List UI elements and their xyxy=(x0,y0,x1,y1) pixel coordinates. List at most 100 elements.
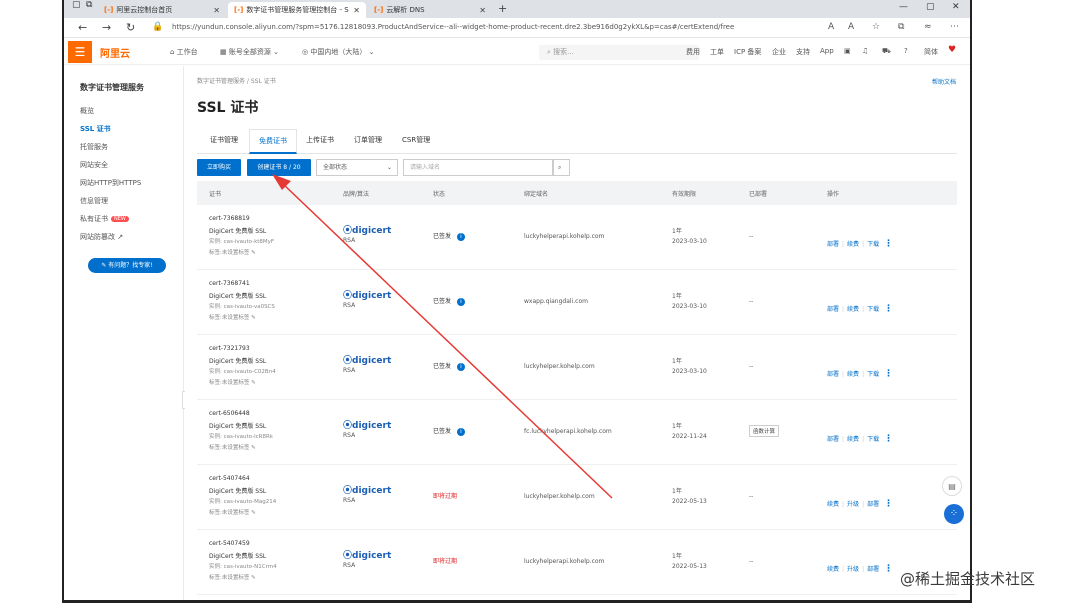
more-actions-icon[interactable]: ⋮ xyxy=(884,239,893,249)
action-link[interactable]: 续费 xyxy=(827,566,839,573)
action-link[interactable]: 部署 xyxy=(827,306,839,313)
tab-upload-cert[interactable]: 上传证书 xyxy=(297,129,343,154)
cert-instance[interactable]: 实例: cas-ivauto-kt8MyF xyxy=(209,237,274,245)
info-icon[interactable]: i xyxy=(457,298,466,306)
sidebar-item-private-cert[interactable]: 私有证书 NEW xyxy=(80,214,129,224)
action-link[interactable]: 升级 xyxy=(847,566,859,573)
aliyun-logo[interactable]: 阿里云 xyxy=(100,45,130,60)
zoom-icon[interactable]: A xyxy=(848,22,854,32)
cert-tag[interactable]: 标签:未设置标签 ✎ xyxy=(209,573,256,581)
info-icon[interactable]: i xyxy=(457,363,466,371)
help-doc-link[interactable]: 帮助文档 xyxy=(932,77,956,86)
console-search-input[interactable]: ⌕ 搜索... xyxy=(539,45,699,60)
tabs-icon[interactable]: ⧉ xyxy=(86,0,92,10)
more-options-icon[interactable]: ⋯ xyxy=(950,22,959,32)
topbar-link-app[interactable]: App xyxy=(820,47,834,55)
browser-tab-cert-console[interactable]: [-] 数字证书管理服务管理控制台 - S ✕ xyxy=(228,2,366,18)
language-switch[interactable]: 简体 xyxy=(924,47,938,57)
browser-tab-console-home[interactable]: [-] 阿里云控制台首页 ✕ xyxy=(98,2,226,18)
action-link[interactable]: 部署 xyxy=(827,436,839,443)
cert-tag[interactable]: 标签:未设置标签 ✎ xyxy=(209,508,256,516)
action-link[interactable]: 部署 xyxy=(867,501,879,508)
lock-icon[interactable]: 🔒 xyxy=(152,22,163,32)
action-link[interactable]: 续费 xyxy=(847,306,859,313)
favorite-star-icon[interactable]: ☆ xyxy=(872,22,880,32)
notification-bell-icon[interactable]: ♫ xyxy=(862,47,868,55)
topbar-link-icp[interactable]: ICP 备案 xyxy=(734,47,761,57)
buy-now-button[interactable]: 立即购买 xyxy=(197,159,241,176)
read-aloud-icon[interactable]: A xyxy=(828,22,834,32)
reload-icon[interactable]: ↻ xyxy=(126,21,135,34)
tab-free-cert[interactable]: 免费证书 xyxy=(249,129,297,154)
account-scope-dropdown[interactable]: ▦ 账号全部资源 ⌄ xyxy=(220,47,279,57)
cert-tag[interactable]: 标签:未设置标签 ✎ xyxy=(209,248,256,256)
expert-help-button[interactable]: ✎ 有问题？找专家! xyxy=(88,258,166,273)
more-actions-icon[interactable]: ⋮ xyxy=(884,564,893,574)
action-link[interactable]: 部署 xyxy=(827,241,839,248)
region-dropdown[interactable]: ◎ 中国内地（大陆） ⌄ xyxy=(302,47,374,57)
action-link[interactable]: 续费 xyxy=(847,241,859,248)
new-tab-icon[interactable]: + xyxy=(498,2,507,15)
back-icon[interactable]: ← xyxy=(78,21,87,34)
screen-icon[interactable]: ▣ xyxy=(844,47,851,55)
apps-grid-icon[interactable]: ⁘ xyxy=(944,504,964,524)
topbar-link-fee[interactable]: 费用 xyxy=(686,47,700,57)
window-menu-icon[interactable]: ▢ xyxy=(72,0,81,10)
browser-tab-dns[interactable]: [-] 云解析 DNS ✕ xyxy=(368,2,492,18)
menu-icon[interactable]: ☰ xyxy=(68,41,92,63)
action-link[interactable]: 下载 xyxy=(867,241,879,248)
status-filter-select[interactable]: 全部状态 ⌄ xyxy=(316,159,398,176)
action-link[interactable]: 部署 xyxy=(827,371,839,378)
action-link[interactable]: 续费 xyxy=(847,371,859,378)
cart-icon[interactable]: ⛟ xyxy=(882,47,891,56)
close-window-icon[interactable]: ✕ xyxy=(952,2,960,12)
url-field[interactable]: https://yundun.console.aliyun.com/?spm=5… xyxy=(172,23,734,31)
action-link[interactable]: 续费 xyxy=(847,436,859,443)
action-link[interactable]: 下载 xyxy=(867,371,879,378)
cert-tag[interactable]: 标签:未设置标签 ✎ xyxy=(209,378,256,386)
info-icon[interactable]: i xyxy=(457,233,466,241)
forward-icon[interactable]: → xyxy=(102,21,111,34)
close-tab-icon[interactable]: ✕ xyxy=(353,6,360,15)
topbar-link-ticket[interactable]: 工单 xyxy=(710,47,724,57)
extension-icon[interactable]: ≈ xyxy=(924,22,932,32)
more-actions-icon[interactable]: ⋮ xyxy=(884,369,893,379)
sidebar-item-ssl-cert[interactable]: SSL 证书 xyxy=(80,124,111,134)
action-link[interactable]: 下载 xyxy=(867,306,879,313)
create-cert-button[interactable]: 创建证书 8 / 20 xyxy=(247,159,311,176)
topbar-link-support[interactable]: 支持 xyxy=(796,47,810,57)
action-link[interactable]: 升级 xyxy=(847,501,859,508)
sidebar-item-https[interactable]: 网站HTTP到HTTPS xyxy=(80,178,141,188)
sidebar-item-overview[interactable]: 概览 xyxy=(80,106,94,116)
more-actions-icon[interactable]: ⋮ xyxy=(884,499,893,509)
more-actions-icon[interactable]: ⋮ xyxy=(884,304,893,314)
cert-instance[interactable]: 实例: cas-ivauto-va0SCS xyxy=(209,302,275,310)
cert-tag[interactable]: 标签:未设置标签 ✎ xyxy=(209,313,256,321)
breadcrumb[interactable]: 数字证书管理服务 / SSL 证书 xyxy=(197,76,276,85)
action-link[interactable]: 部署 xyxy=(867,566,879,573)
workbench-link[interactable]: ⌂ 工作台 xyxy=(170,47,198,57)
search-icon[interactable]: ⌕ xyxy=(553,159,570,176)
sidebar-item-anti-tamper[interactable]: 网站防篡改 ↗ xyxy=(80,232,123,242)
action-link[interactable]: 下载 xyxy=(867,436,879,443)
avatar[interactable]: ♥ xyxy=(948,45,956,55)
cert-instance[interactable]: 实例: cas-ivauto-lcR8Rk xyxy=(209,432,273,440)
more-actions-icon[interactable]: ⋮ xyxy=(884,434,893,444)
cert-instance[interactable]: 实例: cas-ivauto-C02Bn4 xyxy=(209,367,276,375)
minimize-icon[interactable]: — xyxy=(899,2,908,12)
close-tab-icon[interactable]: ✕ xyxy=(213,6,220,15)
sidebar-item-hosting[interactable]: 托管服务 xyxy=(80,142,108,152)
sidebar-item-info-mgmt[interactable]: 信息管理 xyxy=(80,196,108,206)
cert-tag[interactable]: 标签:未设置标签 ✎ xyxy=(209,443,256,451)
collections-icon[interactable]: ⧉ xyxy=(898,22,904,32)
sidebar-item-web-security[interactable]: 网站安全 xyxy=(80,160,108,170)
tab-cert-management[interactable]: 证书管理 xyxy=(201,129,247,154)
cert-instance[interactable]: 实例: cas-ivauto-Mag214 xyxy=(209,497,276,505)
maximize-icon[interactable]: ▢ xyxy=(926,2,935,12)
info-icon[interactable]: i xyxy=(457,428,466,436)
help-icon[interactable]: ? xyxy=(904,47,908,55)
cert-instance[interactable]: 实例: cas-ivauto-N1Crm4 xyxy=(209,562,277,570)
topbar-link-enterprise[interactable]: 企业 xyxy=(772,47,786,57)
tab-order-management[interactable]: 订单管理 xyxy=(345,129,391,154)
action-link[interactable]: 续费 xyxy=(827,501,839,508)
